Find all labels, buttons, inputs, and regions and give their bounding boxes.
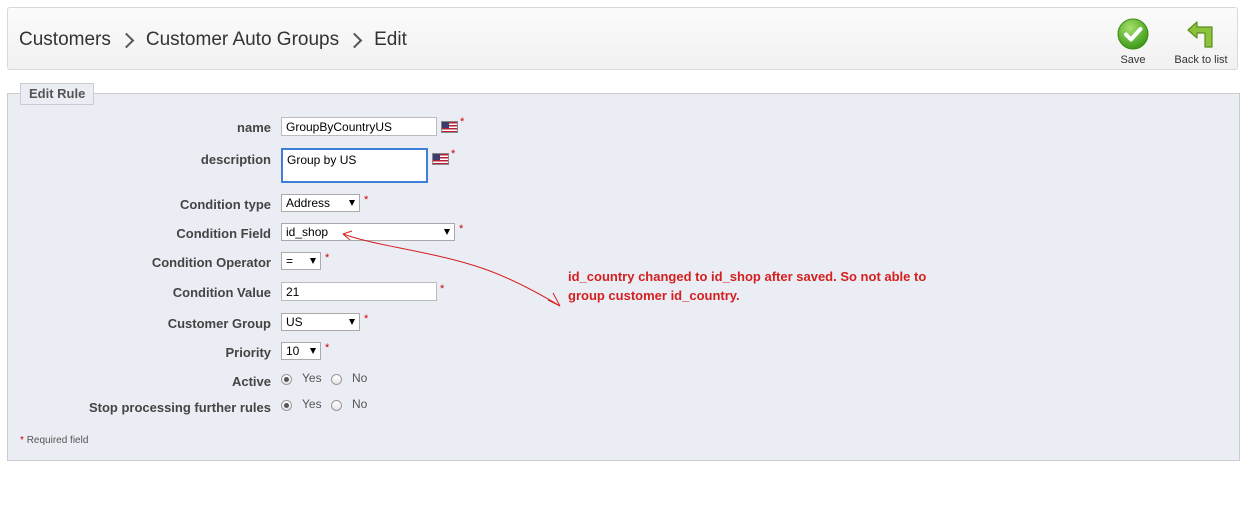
annotation-arrow [342, 230, 561, 307]
annotation-note: id_country changed to id_shop after save… [568, 269, 927, 303]
